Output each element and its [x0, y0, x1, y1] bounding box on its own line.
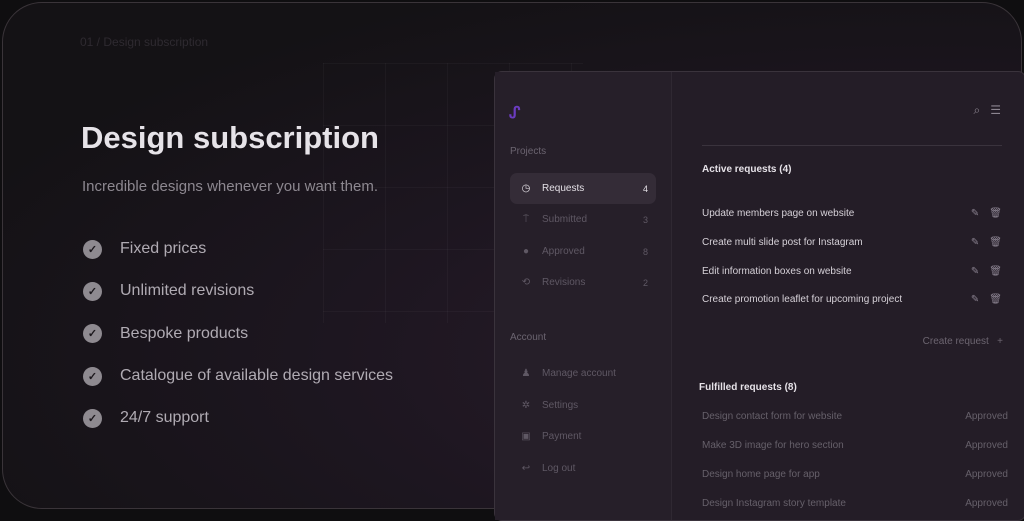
- request-name: Design Instagram story template: [702, 498, 846, 509]
- feature-list: ✓ Fixed prices ✓ Unlimited revisions ✓ Besp…: [83, 228, 393, 439]
- feature-label: Unlimited revisions: [120, 282, 255, 300]
- sidebar-item-payment[interactable]: ▣ Payment: [510, 421, 656, 452]
- status-label: Approved: [965, 469, 1008, 480]
- request-name: Update members page on website: [702, 208, 855, 219]
- nav-count: 2: [642, 277, 648, 288]
- nav-label: Requests: [542, 183, 585, 194]
- check-badge-icon: ✓: [83, 408, 102, 428]
- status-label: Approved: [965, 498, 1008, 509]
- subtitle: Incredible designs whenever you want the…: [82, 178, 379, 195]
- trash-icon[interactable]: 🗑: [989, 266, 1002, 277]
- check-badge-icon: ✓: [83, 324, 102, 344]
- active-requests-heading: Active requests (4): [702, 164, 792, 175]
- breadcrumb: 01 / Design subscription: [80, 35, 209, 49]
- check-badge-icon: ✓: [83, 366, 102, 386]
- request-row[interactable]: Create promotion leaflet for upcoming pr…: [702, 294, 1002, 305]
- status-label: Approved: [965, 440, 1008, 451]
- nav-count: 3: [642, 214, 648, 225]
- card-icon: ▣: [521, 431, 531, 442]
- request-name: Design contact form for website: [702, 411, 843, 422]
- user-icon: ♟: [521, 368, 531, 379]
- check-badge-icon: ✓: [83, 281, 102, 301]
- sidebar-item-manage-account[interactable]: ♟ Manage account: [510, 358, 656, 389]
- feature-label: Bespoke products: [120, 324, 249, 342]
- feature-label: Catalogue of available design services: [120, 367, 394, 385]
- request-row[interactable]: Update members page on website ✎ 🗑: [702, 208, 1002, 219]
- edit-icon[interactable]: ✎: [971, 237, 979, 248]
- sidebar: ᔑ Projects ◷ Requests 4 ⍑ Submitted 3 ● Appro…: [495, 72, 672, 520]
- nav-label: Revisions: [542, 277, 586, 288]
- request-name: Create multi slide post for Instagram: [702, 237, 863, 248]
- gear-icon: ✲: [521, 400, 531, 411]
- status-label: Approved: [965, 411, 1008, 422]
- sidebar-item-requests[interactable]: ◷ Requests 4: [510, 173, 656, 204]
- feature-label: Fixed prices: [120, 240, 207, 258]
- edit-icon[interactable]: ✎: [971, 208, 979, 219]
- request-name: Design home page for app: [702, 469, 820, 480]
- nav-label: Payment: [542, 431, 582, 442]
- sidebar-item-log-out[interactable]: ↩ Log out: [510, 453, 656, 484]
- nav-label: Settings: [542, 400, 579, 411]
- trash-icon[interactable]: 🗑: [989, 208, 1002, 219]
- request-name: Create promotion leaflet for upcoming pr…: [702, 294, 903, 305]
- sidebar-item-approved[interactable]: ● Approved 8: [510, 236, 656, 267]
- fulfilled-row[interactable]: Make 3D image for hero section Approved: [702, 440, 1008, 451]
- nav-count: 4: [642, 183, 648, 194]
- check-circle-icon: ●: [522, 246, 530, 257]
- edit-icon[interactable]: ✎: [971, 294, 979, 305]
- feature-item: ✓ Catalogue of available design services: [83, 355, 393, 397]
- fulfilled-row[interactable]: Design contact form for website Approved: [702, 411, 1008, 422]
- trash-icon[interactable]: 🗑: [989, 237, 1002, 248]
- edit-icon[interactable]: ✎: [971, 266, 979, 277]
- nav-count: 8: [642, 246, 648, 257]
- request-name: Make 3D image for hero section: [702, 440, 844, 451]
- clock-icon: ◷: [521, 183, 531, 194]
- main-content: ⌕ ☰ Active requests (4) Update members pa…: [672, 72, 1024, 520]
- sidebar-item-submitted[interactable]: ⍑ Submitted 3: [510, 204, 656, 235]
- projects-heading: Projects: [510, 146, 547, 157]
- fulfilled-row[interactable]: Design home page for app Approved: [702, 469, 1008, 480]
- request-row[interactable]: Create multi slide post for Instagram ✎ 🗑: [702, 237, 1002, 248]
- app-panel: ᔑ Projects ◷ Requests 4 ⍑ Submitted 3 ● Appro…: [494, 71, 1024, 521]
- sidebar-item-revisions[interactable]: ⟲ Revisions 2: [510, 267, 656, 298]
- pin-icon: ⍑: [523, 214, 529, 225]
- feature-item: ✓ 24/7 support: [83, 397, 393, 439]
- create-request-label: Create request: [922, 336, 989, 347]
- repeat-icon: ⟲: [521, 277, 531, 288]
- logout-icon: ↩: [521, 463, 531, 474]
- sidebar-item-settings[interactable]: ✲ Settings: [510, 390, 656, 421]
- divider: [702, 145, 1002, 146]
- feature-item: ✓ Unlimited revisions: [83, 270, 393, 312]
- toolbar: ⌕ ☰: [974, 103, 1002, 118]
- feature-item: ✓ Fixed prices: [83, 228, 393, 270]
- request-row[interactable]: Edit information boxes on website ✎ 🗑: [702, 266, 1002, 277]
- account-heading: Account: [510, 332, 547, 343]
- nav-label: Approved: [542, 246, 585, 257]
- filter-icon[interactable]: ☰: [990, 103, 1001, 118]
- fulfilled-requests-heading: Fulfilled requests (8): [699, 382, 797, 393]
- logo-icon[interactable]: ᔑ: [509, 103, 520, 123]
- create-request-button[interactable]: Create request +: [923, 336, 1003, 347]
- request-name: Edit information boxes on website: [702, 266, 852, 277]
- feature-label: 24/7 support: [120, 409, 209, 427]
- page-title: Design subscription: [81, 120, 379, 155]
- feature-item: ✓ Bespoke products: [83, 313, 393, 355]
- check-badge-icon: ✓: [83, 239, 102, 259]
- nav-label: Log out: [542, 463, 576, 474]
- plus-icon: +: [997, 336, 1003, 347]
- nav-label: Manage account: [542, 368, 616, 379]
- nav-label: Submitted: [542, 214, 588, 225]
- search-icon[interactable]: ⌕: [974, 103, 981, 118]
- trash-icon[interactable]: 🗑: [989, 294, 1002, 305]
- fulfilled-row[interactable]: Design Instagram story template Approved: [702, 498, 1008, 509]
